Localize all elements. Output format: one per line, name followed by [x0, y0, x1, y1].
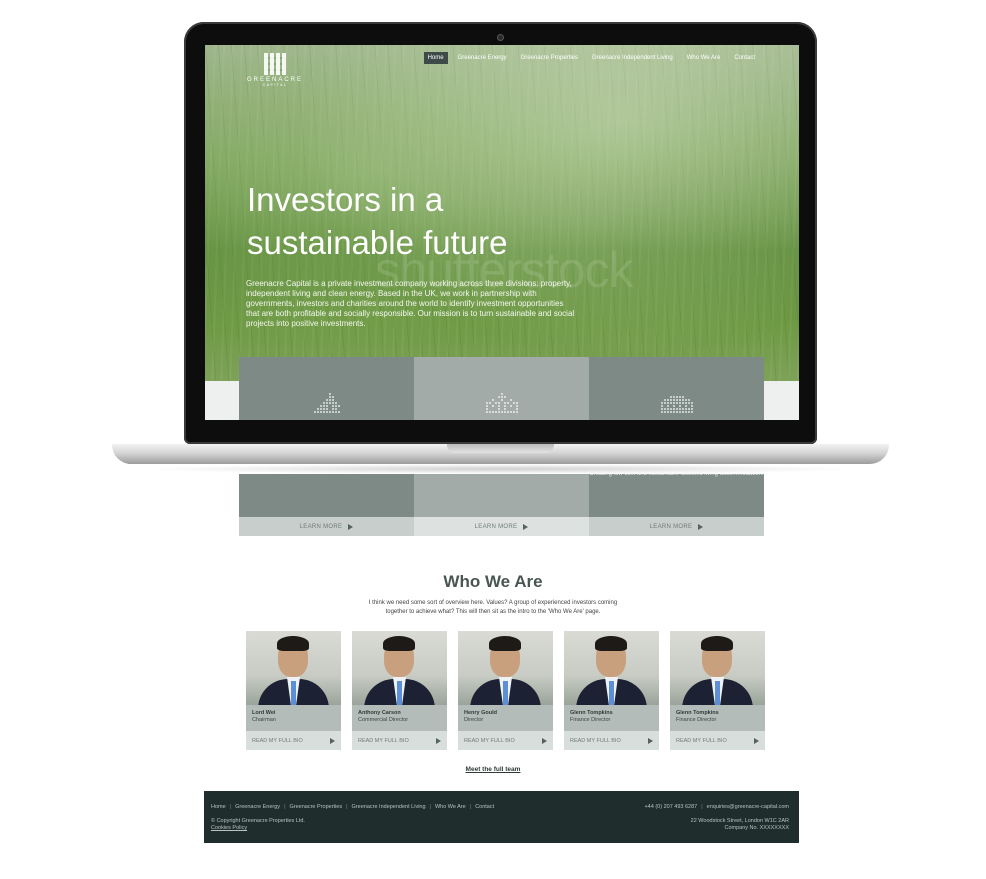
read-bio-button[interactable]: READ MY FULL BIO — [670, 731, 765, 750]
division-card-body: Creating low cost and sustainable assist… — [589, 471, 764, 517]
building-dots-icon — [660, 396, 693, 413]
hero-title: Investors in a sustainable future — [247, 181, 508, 261]
member-photo — [352, 631, 447, 705]
member-photo — [670, 631, 765, 705]
nav-item-energy[interactable]: Greenacre Energy — [454, 52, 511, 64]
play-arrow-icon — [542, 737, 547, 744]
member-name: Lord Wei — [252, 710, 276, 716]
who-we-are-intro: I think we need some sort of overview he… — [368, 600, 618, 615]
site-logo[interactable]: GREENACRE CAPITAL — [247, 53, 303, 87]
footer-link-home[interactable]: Home — [211, 804, 226, 810]
nav-item-who-we-are[interactable]: Who We Are — [683, 52, 725, 64]
house-dots-icon — [485, 393, 518, 413]
division-card-properties[interactable] — [414, 357, 589, 420]
read-bio-label: READ MY FULL BIO — [570, 737, 621, 744]
member-role: Director — [464, 717, 484, 723]
member-photo — [564, 631, 659, 705]
read-bio-button[interactable]: READ MY FULL BIO — [352, 731, 447, 750]
learn-more-button[interactable]: LEARN MORE — [589, 517, 764, 536]
nav-item-independent-living[interactable]: Greenacre Independent Living — [588, 52, 677, 64]
footer-nav: Home | Greenacre Energy | Greenacre Proper… — [211, 804, 495, 810]
division-cards: LEARN MORE LEARN MORE Creating low cost … — [239, 471, 764, 536]
division-card-properties-lower: LEARN MORE — [414, 474, 589, 536]
read-bio-button[interactable]: READ MY FULL BIO — [246, 731, 341, 750]
play-arrow-icon — [330, 737, 335, 744]
division-cards-top — [239, 357, 764, 420]
footer-link-energy[interactable]: Greenacre Energy — [235, 804, 280, 810]
camera-icon — [497, 34, 504, 41]
footer-address: 22 Woodstock Street, London W1C 2AR — [690, 818, 789, 824]
division-card-body — [414, 474, 589, 517]
member-role: Finance Director — [676, 717, 717, 723]
laptop-notch — [447, 444, 554, 453]
team-member-card[interactable]: Anthony Carson Commercial Director READ … — [352, 631, 447, 750]
footer-company-number: Company No. XXXXXXXX — [724, 825, 789, 831]
learn-more-label: LEARN MORE — [299, 523, 343, 530]
team-member-card[interactable]: Henry Gould Director READ MY FULL BIO — [458, 631, 553, 750]
site-footer: Home | Greenacre Energy | Greenacre Proper… — [204, 791, 799, 843]
play-arrow-icon — [523, 523, 529, 530]
member-name: Anthony Carson — [358, 710, 401, 716]
team-member-card[interactable]: Glenn Tompkins Finance Director READ MY … — [564, 631, 659, 750]
play-arrow-icon — [648, 737, 653, 744]
member-name: Glenn Tompkins — [570, 710, 613, 716]
main-nav: Home Greenacre Energy Greenacre Properti… — [423, 52, 759, 64]
play-arrow-icon — [754, 737, 759, 744]
play-arrow-icon — [348, 523, 354, 530]
footer-copyright: © Copyright Greenacre Properties Ltd. — [211, 818, 305, 824]
learn-more-label: LEARN MORE — [649, 523, 693, 530]
wind-turbine-dots-icon — [313, 393, 340, 413]
logo-subtext: CAPITAL — [262, 83, 288, 87]
who-we-are-title: Who We Are — [443, 572, 543, 591]
division-description: Creating low cost and sustainable assist… — [589, 471, 764, 477]
read-bio-label: READ MY FULL BIO — [464, 737, 515, 744]
learn-more-button[interactable]: LEARN MORE — [414, 517, 589, 536]
logo-grid-icon — [264, 53, 286, 75]
hero-text: Greenacre Capital is a private investmen… — [246, 279, 575, 328]
footer-contact: +44 (0) 207 493 6287 | enquiries@greenacr… — [644, 804, 789, 810]
team-member-card[interactable]: Lord Wei Chairman READ MY FULL BIO — [246, 631, 341, 750]
member-role: Finance Director — [570, 717, 611, 723]
division-card-independent-living[interactable] — [589, 357, 764, 420]
footer-link-who-we-are[interactable]: Who We Are — [435, 804, 466, 810]
team-grid: Lord Wei Chairman READ MY FULL BIO Antho… — [246, 631, 765, 750]
read-bio-button[interactable]: READ MY FULL BIO — [458, 731, 553, 750]
play-arrow-icon — [436, 737, 441, 744]
footer-phone: +44 (0) 207 493 6287 — [644, 804, 698, 810]
member-name: Henry Gould — [464, 710, 498, 716]
learn-more-label: LEARN MORE — [474, 523, 518, 530]
division-card-independent-living-lower: Creating low cost and sustainable assist… — [589, 471, 764, 536]
read-bio-button[interactable]: READ MY FULL BIO — [564, 731, 659, 750]
read-bio-label: READ MY FULL BIO — [676, 737, 727, 744]
read-bio-label: READ MY FULL BIO — [252, 737, 303, 744]
laptop-screen: shutterstock GREENACRE CAPITAL Home Gree… — [205, 45, 799, 420]
division-card-body — [239, 474, 414, 517]
member-photo — [246, 631, 341, 705]
division-card-energy-lower: LEARN MORE — [239, 474, 414, 536]
footer-link-contact[interactable]: Contact — [475, 804, 494, 810]
team-member-card[interactable]: Glenn Tompkins Finance Director READ MY … — [670, 631, 765, 750]
member-role: Commercial Director — [358, 717, 409, 723]
member-name: Glenn Tompkins — [676, 710, 719, 716]
play-arrow-icon — [698, 523, 704, 530]
nav-item-home[interactable]: Home — [423, 52, 448, 64]
member-role: Chairman — [252, 717, 276, 723]
member-photo — [458, 631, 553, 705]
learn-more-button[interactable]: LEARN MORE — [239, 517, 414, 536]
cookies-policy-link[interactable]: Cookies Policy — [211, 825, 247, 831]
division-card-energy[interactable] — [239, 357, 414, 420]
nav-item-properties[interactable]: Greenacre Properties — [517, 52, 582, 64]
footer-link-independent-living[interactable]: Greenacre Independent Living — [352, 804, 426, 810]
read-bio-label: READ MY FULL BIO — [358, 737, 409, 744]
meet-full-team-link[interactable]: Meet the full team — [0, 766, 986, 773]
footer-email-link[interactable]: enquiries@greenacre-capital.com — [707, 804, 789, 810]
footer-link-properties[interactable]: Greenacre Properties — [290, 804, 343, 810]
nav-item-contact[interactable]: Contact — [730, 52, 759, 64]
